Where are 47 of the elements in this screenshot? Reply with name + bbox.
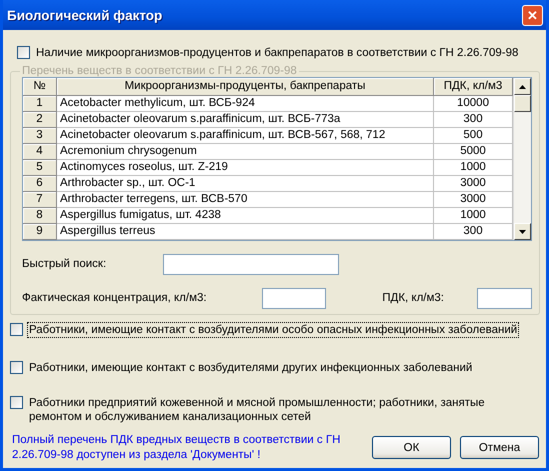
field-label: Быстрый поиск: bbox=[22, 258, 106, 270]
row-number: 3 bbox=[23, 128, 57, 144]
quick-search-field[interactable] bbox=[163, 254, 339, 274]
pdk-field[interactable] bbox=[477, 288, 532, 308]
concentration-field[interactable] bbox=[262, 288, 326, 308]
window-title: Биологический фактор bbox=[7, 8, 162, 22]
column-header[interactable]: ПДК, кл/м3 bbox=[434, 78, 513, 96]
table-cell: Arthrobacter terregens, шт. ВСВ-570 bbox=[57, 192, 434, 208]
table-cell: Acinetobacter oleovarum s.paraffinicum, шт. ВСБ-773а bbox=[57, 112, 434, 128]
table-cell: Actinomyces roseolus, шт. Z-219 bbox=[57, 160, 434, 176]
checkbox-label: Наличие микроорганизмов-продуцентов и бакпрепаратов в соответствии с ГН 2.26.709-98 bbox=[35, 46, 520, 61]
checkbox[interactable] bbox=[10, 396, 23, 409]
row-number: 8 bbox=[23, 208, 57, 224]
dialog-button[interactable]: Отмена bbox=[460, 436, 539, 459]
row-number: 2 bbox=[23, 112, 57, 128]
table-cell: Acetobacter methylicum, шт. ВСБ-924 bbox=[57, 96, 434, 112]
column-header[interactable]: № bbox=[23, 78, 57, 96]
field-label: Фактическая концентрация, кл/м3: bbox=[22, 292, 207, 304]
checkbox-label: Работники, имеющие контакт с возбудителями особо опасных инфекционных заболеваний bbox=[27, 322, 520, 338]
table-cell: Acremonium chrysogenum bbox=[57, 144, 434, 160]
up-arrow-icon bbox=[519, 84, 526, 88]
row-number: 9 bbox=[23, 224, 57, 240]
scroll-up-button[interactable] bbox=[514, 78, 531, 95]
checkbox[interactable] bbox=[10, 361, 23, 374]
checkbox[interactable] bbox=[10, 323, 23, 336]
info-note: Полный перечень ПДК вредных веществ в соответствии с ГН 2.26.709-98 доступен из раздела 'Документы' ! bbox=[12, 433, 342, 463]
column-header[interactable]: Микроорганизмы-продуценты, бакпрепараты bbox=[57, 78, 434, 96]
table-cell: Acinetobacter oleovarum s.paraffinicum, шт. ВСВ-567, 568, 712 bbox=[57, 128, 434, 144]
checkbox-label: Работники, имеющие контакт с возбудителями других инфекционных заболеваний bbox=[28, 361, 474, 376]
scroll-down-button[interactable] bbox=[514, 223, 531, 240]
dialog-button[interactable]: ОК bbox=[372, 436, 451, 459]
row-number: 1 bbox=[23, 96, 57, 112]
close-button[interactable]: ✕ bbox=[522, 4, 543, 26]
scrollbar[interactable] bbox=[513, 78, 531, 240]
checkbox-label: Работники предприятий кожевенной и мясной промышленности; работники, занятые ремонтом и обслуживанием канализационных сетей bbox=[28, 396, 486, 425]
down-arrow-icon bbox=[519, 230, 526, 234]
field-label: ПДК, кл/м3: bbox=[382, 292, 444, 304]
checkbox[interactable] bbox=[17, 46, 30, 59]
row-number: 5 bbox=[23, 160, 57, 176]
row-number: 7 bbox=[23, 192, 57, 208]
row-number: 6 bbox=[23, 176, 57, 192]
scroll-thumb[interactable] bbox=[514, 95, 531, 112]
group-title: Перечень веществ в соответствии с ГН 2.26.709-98 bbox=[21, 65, 298, 77]
table-cell: Aspergillus fumigatus, шт. 4238 bbox=[57, 208, 434, 224]
table-cell: Aspergillus terreus bbox=[57, 224, 434, 240]
row-number: 4 bbox=[23, 144, 57, 160]
table-cell: Arthrobacter sp., шт. ОС-1 bbox=[57, 176, 434, 192]
